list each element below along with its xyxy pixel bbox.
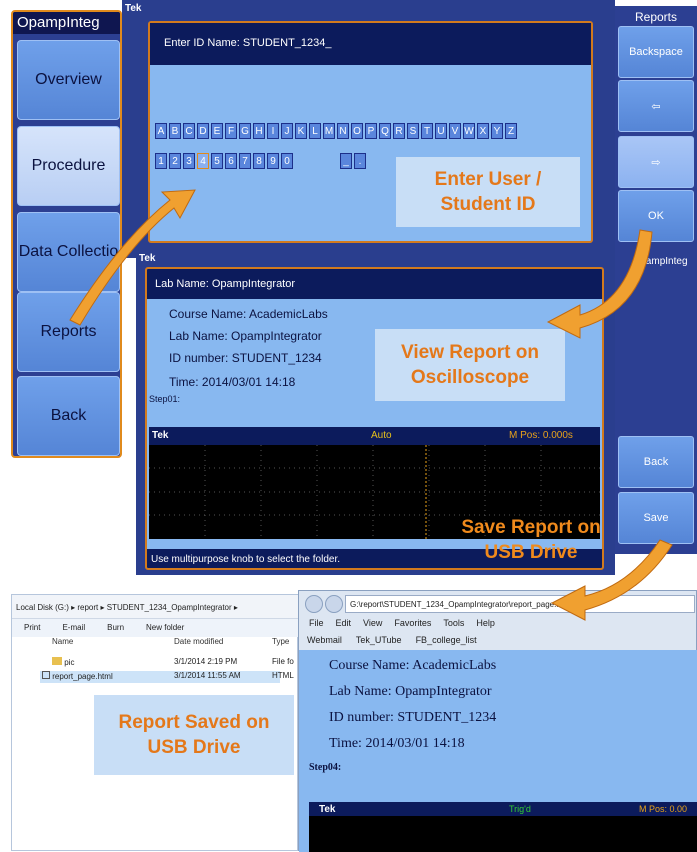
arrow-overlay bbox=[69, 189, 673, 621]
arrow-icon bbox=[546, 229, 653, 339]
arrow-icon bbox=[69, 189, 196, 326]
arrow-icon bbox=[550, 539, 673, 621]
